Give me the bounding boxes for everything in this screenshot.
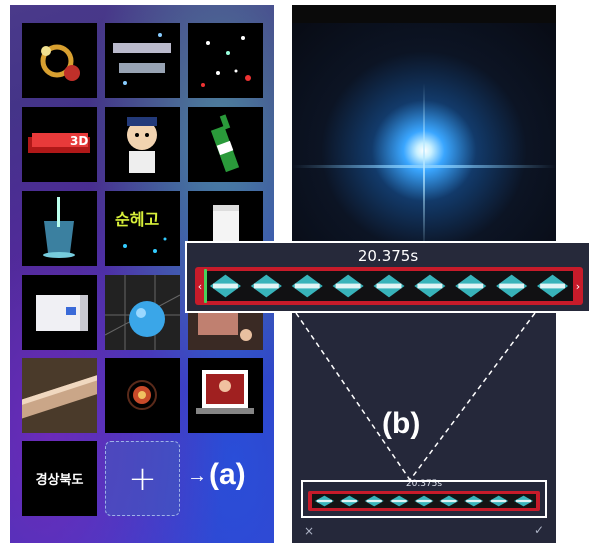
tile-glow-text-thumbnail <box>113 33 171 85</box>
clip-frame-caption <box>540 283 565 289</box>
arrow-right-icon: → <box>187 464 207 487</box>
tile-particles-thumbnail <box>201 36 251 87</box>
clip-thumbnails <box>209 274 569 298</box>
clip-frame-caption <box>416 499 432 503</box>
clip-frame-caption <box>491 499 507 503</box>
zoomed-timeline: 20.375s ‹ › <box>185 241 591 313</box>
clip-frame-caption <box>294 283 320 289</box>
tile-frame-photo[interactable] <box>188 358 263 433</box>
clip-frame-caption <box>341 499 357 503</box>
tile-cartoon[interactable] <box>105 107 180 182</box>
tile-sphere[interactable] <box>105 275 180 350</box>
tile-glass-thumbnail <box>43 197 75 258</box>
tile-cartoon-thumbnail <box>127 117 157 173</box>
tile-sphere-thumbnail <box>105 275 180 350</box>
small-clip-thumbnails <box>314 495 534 507</box>
clip-frame-caption <box>441 499 457 503</box>
clip-frame-caption <box>376 283 402 289</box>
tile-pipe[interactable] <box>22 358 97 433</box>
chevron-right-icon: › <box>575 279 581 293</box>
svg-text:3D: 3D <box>70 134 88 148</box>
annotation-b: (b) <box>382 407 421 440</box>
tile-orb-thumbnail <box>127 380 157 410</box>
clip-frame-caption <box>253 283 279 289</box>
clip-frame-caption <box>335 283 361 289</box>
clip-frame-caption <box>499 283 525 289</box>
add-asset-button[interactable]: + <box>105 441 180 516</box>
tile-particles[interactable] <box>188 23 263 98</box>
tile-orb[interactable] <box>105 358 180 433</box>
playhead[interactable] <box>204 269 207 303</box>
clip-frame-caption <box>316 499 333 503</box>
chevron-left-icon: ‹ <box>197 279 203 293</box>
top-bar <box>292 5 556 23</box>
clip-frame-caption <box>417 283 443 289</box>
tile-device-thumbnail <box>36 295 88 331</box>
clip-frame-caption <box>391 499 407 503</box>
close-icon[interactable]: × <box>304 524 314 538</box>
tile-fire-ring-thumbnail <box>40 44 80 81</box>
tile-3d-text-thumbnail: 3D <box>28 133 90 153</box>
small-timeline-track[interactable] <box>308 491 540 511</box>
tile-neon-text-thumbnail: 순헤고 <box>115 210 167 253</box>
tile-neon-text[interactable]: 순헤고 <box>105 191 180 266</box>
tile-glow-text[interactable] <box>105 23 180 98</box>
checkmark-icon[interactable]: ✓ <box>534 523 544 537</box>
tile-device[interactable] <box>22 275 97 350</box>
tile-fire-ring[interactable] <box>22 23 97 98</box>
trim-handle-right[interactable]: › <box>573 267 583 305</box>
clip-frame-caption <box>366 499 382 503</box>
svg-text:순헤고: 순헤고 <box>115 210 159 229</box>
lens-flare-vertical <box>423 83 425 253</box>
tile-frame-photo-thumbnail <box>196 370 254 414</box>
clip-frame-caption <box>515 499 532 503</box>
clip-frame-caption <box>213 283 238 289</box>
video-preview <box>292 23 556 255</box>
clip-frame-caption <box>466 499 482 503</box>
timeline-track[interactable]: ‹ › <box>195 267 583 305</box>
annotation-a: →(a) <box>187 458 246 491</box>
tile-pipe-thumbnail <box>22 358 97 433</box>
small-timeline-clip <box>312 494 536 508</box>
timeline-duration: 20.375s <box>357 247 419 265</box>
timeline-clip[interactable] <box>205 271 573 301</box>
text-asset-label: 경상북도 <box>35 473 84 488</box>
tile-glass[interactable] <box>22 191 97 266</box>
tile-bottle[interactable] <box>188 107 263 182</box>
tile-3d-text[interactable]: 3D <box>22 107 97 182</box>
tile-bottle-thumbnail <box>210 114 240 173</box>
clip-frame-caption <box>458 283 484 289</box>
plus-icon: + <box>128 458 157 499</box>
text-asset-tile[interactable]: 경상북도 <box>22 441 97 516</box>
